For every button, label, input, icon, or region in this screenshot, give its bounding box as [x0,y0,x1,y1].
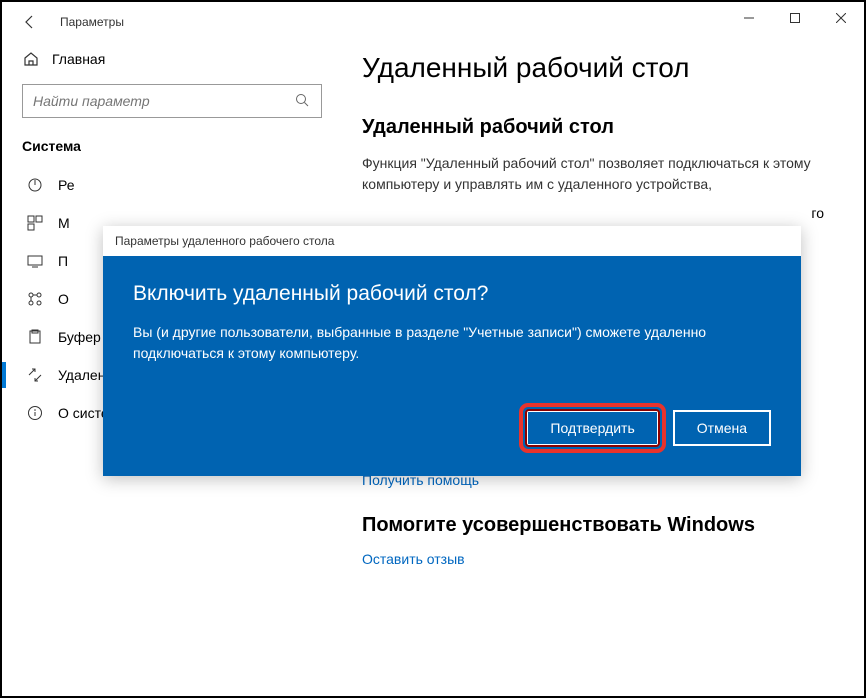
remote-icon [26,366,44,384]
section-title: Удаленный рабочий стол [362,116,824,139]
sidebar-item-label: П [58,253,68,269]
titlebar: Параметры [2,2,864,42]
sidebar-item-label: Ре [58,177,75,193]
page-title: Удаленный рабочий стол [362,52,824,84]
back-button[interactable] [20,12,40,32]
sidebar-section-header: Система [22,138,322,154]
confirmation-dialog: Параметры удаленного рабочего стола Вклю… [103,226,801,476]
dialog-titlebar: Параметры удаленного рабочего стола [103,226,801,256]
power-icon [26,176,44,194]
section-body: Функция "Удаленный рабочий стол" позволя… [362,153,824,195]
close-button[interactable] [818,2,864,34]
dialog-body-text: Вы (и другие пользователи, выбранные в р… [133,322,771,364]
info-icon [26,404,44,422]
search-input[interactable] [33,93,295,109]
display-icon [26,252,44,270]
search-box[interactable] [22,84,322,118]
sidebar-item-label: О [58,291,69,307]
home-nav[interactable]: Главная [22,42,322,76]
feedback-link[interactable]: Оставить отзыв [362,551,824,567]
window-title: Параметры [60,15,124,29]
maximize-button[interactable] [772,2,818,34]
cancel-button[interactable]: Отмена [673,410,771,446]
confirm-button[interactable]: Подтвердить [526,410,658,446]
window-controls [726,2,864,34]
truncated-text: го [811,205,824,221]
dialog-heading: Включить удаленный рабочий стол? [133,282,771,306]
share-icon [26,290,44,308]
multitask-icon [26,214,44,232]
clipboard-icon [26,328,44,346]
home-icon [22,50,40,68]
improve-title: Помогите усовершенствовать Windows [362,514,824,537]
minimize-button[interactable] [726,2,772,34]
sidebar-item-label: М [58,215,70,231]
sidebar-item-rezhimy[interactable]: Ре [22,166,322,204]
search-icon [295,93,311,109]
home-label: Главная [52,51,105,67]
